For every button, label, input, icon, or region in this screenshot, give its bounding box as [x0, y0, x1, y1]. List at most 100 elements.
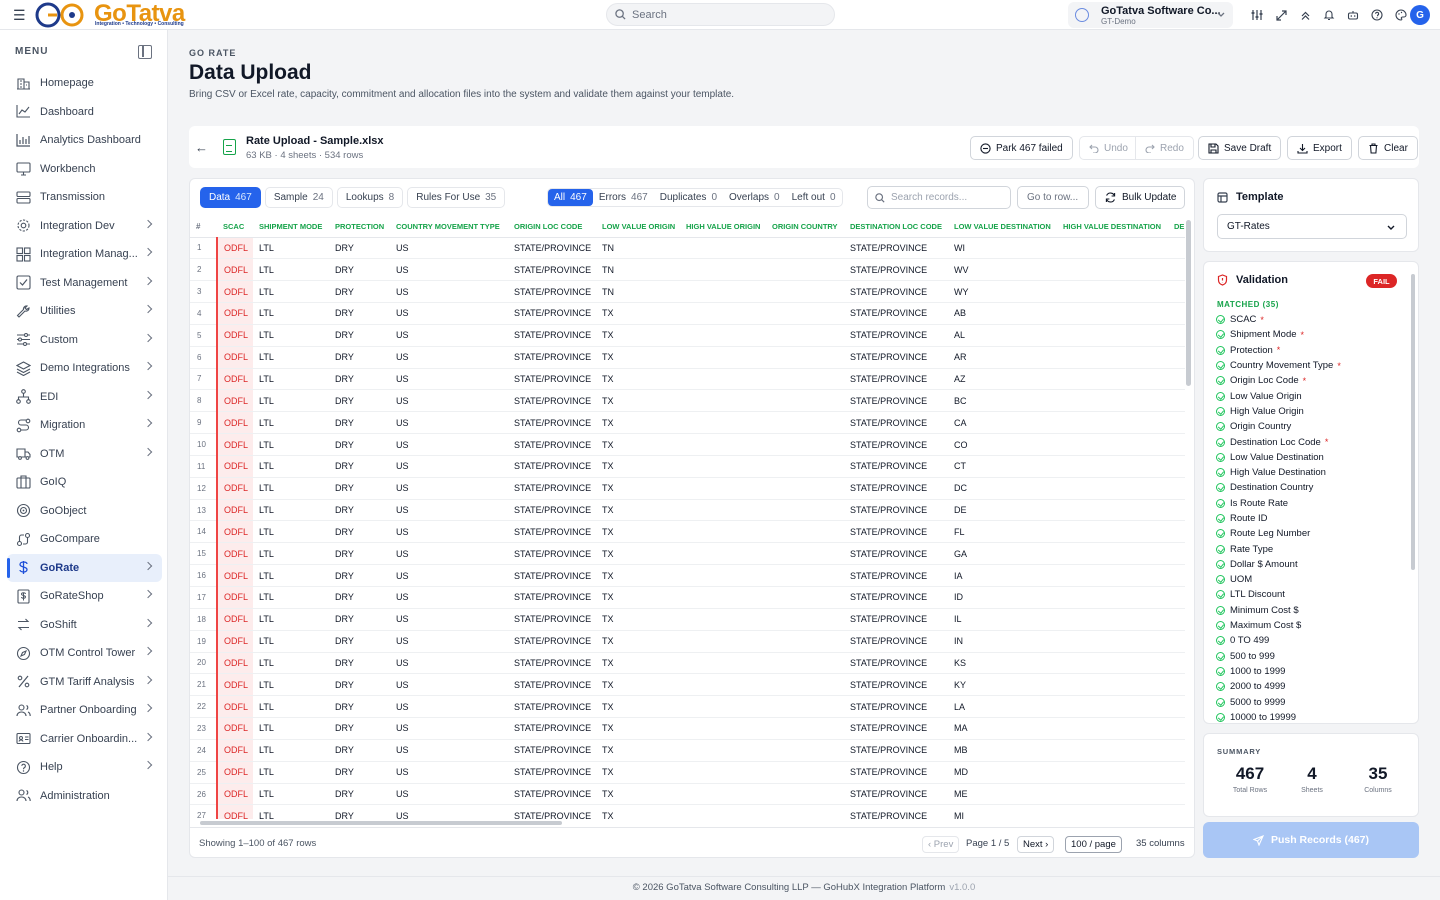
table-cell[interactable]: [766, 542, 844, 566]
chevron-right-icon[interactable]: [143, 561, 153, 570]
table-cell[interactable]: LTL: [253, 586, 329, 609]
table-cell[interactable]: GA: [948, 542, 1057, 566]
table-cell[interactable]: [680, 324, 766, 347]
table-cell[interactable]: AR: [948, 346, 1057, 369]
table-cell[interactable]: CT: [948, 455, 1057, 478]
table-cell[interactable]: BC: [948, 389, 1057, 413]
table-cell[interactable]: [1057, 499, 1168, 522]
table-cell[interactable]: LTL: [253, 761, 329, 784]
table-cell[interactable]: LTL: [253, 302, 329, 325]
table-cell[interactable]: US: [390, 499, 508, 522]
table-cell[interactable]: ODFL: [216, 739, 253, 762]
table-cell[interactable]: DRY: [329, 564, 390, 587]
table-cell[interactable]: MI: [948, 804, 1057, 819]
sidebar-item-carrier-onboardin[interactable]: Carrier Onboardin...: [7, 725, 162, 754]
table-cell[interactable]: US: [390, 804, 508, 819]
table-cell[interactable]: STATE/PROVINCE: [508, 258, 596, 282]
table-cell[interactable]: STATE/PROVINCE: [508, 499, 596, 522]
table-row[interactable]: 20 ODFL LTL DRY US STATE/PROVINCE TX STATE/PROV…: [190, 652, 1185, 675]
table-cell[interactable]: WV: [948, 258, 1057, 282]
table-cell[interactable]: LTL: [253, 520, 329, 544]
table-cell[interactable]: STATE/PROVINCE: [844, 542, 948, 566]
table-cell[interactable]: [680, 652, 766, 675]
table-cell[interactable]: US: [390, 630, 508, 653]
table-row[interactable]: 14 ODFL LTL DRY US STATE/PROVINCE TX STATE/PROV…: [190, 520, 1185, 544]
table-row[interactable]: 26 ODFL LTL DRY US STATE/PROVINCE TX STATE/PROV…: [190, 783, 1185, 806]
table-cell[interactable]: STATE/PROVINCE: [844, 652, 948, 675]
sidebar-item-demo-integrations[interactable]: Demo Integrations: [7, 354, 162, 383]
table-row[interactable]: 6 ODFL LTL DRY US STATE/PROVINCE TX STATE/PROVI…: [190, 346, 1185, 369]
table-row[interactable]: 11 ODFL LTL DRY US STATE/PROVINCE TX STATE/PROV…: [190, 455, 1185, 478]
table-cell[interactable]: LTL: [253, 389, 329, 413]
table-cell[interactable]: TX: [596, 477, 680, 500]
column-header[interactable]: #: [190, 216, 217, 238]
table-cell[interactable]: [1057, 302, 1168, 325]
table-cell[interactable]: [1168, 608, 1185, 631]
table-cell[interactable]: DRY: [329, 411, 390, 435]
table-cell[interactable]: [766, 433, 844, 456]
table-cell[interactable]: [1057, 564, 1168, 587]
table-cell[interactable]: STATE/PROVINCE: [844, 499, 948, 522]
sidebar-item-gorate[interactable]: GoRate: [7, 553, 162, 582]
table-cell[interactable]: [1057, 455, 1168, 478]
table-cell[interactable]: STATE/PROVINCE: [844, 302, 948, 325]
table-cell[interactable]: STATE/PROVINCE: [844, 739, 948, 762]
table-cell[interactable]: [1168, 258, 1185, 282]
table-cell[interactable]: US: [390, 346, 508, 369]
table-cell[interactable]: DRY: [329, 630, 390, 653]
column-header[interactable]: ORIGIN COUNTRY: [766, 216, 844, 238]
table-cell[interactable]: [1168, 783, 1185, 806]
table-cell[interactable]: DRY: [329, 389, 390, 413]
table-cell[interactable]: US: [390, 258, 508, 282]
table-cell[interactable]: STATE/PROVINCE: [844, 630, 948, 653]
table-cell[interactable]: STATE/PROVINCE: [508, 455, 596, 478]
table-cell[interactable]: [1057, 717, 1168, 740]
table-cell[interactable]: STATE/PROVINCE: [844, 433, 948, 456]
table-cell[interactable]: ODFL: [216, 477, 253, 500]
table-cell[interactable]: DRY: [329, 499, 390, 522]
table-cell[interactable]: [1057, 652, 1168, 675]
table-cell[interactable]: [680, 717, 766, 740]
column-header[interactable]: LOW VALUE ORIGIN: [596, 216, 680, 238]
table-cell[interactable]: STATE/PROVINCE: [844, 520, 948, 544]
prev-page-button[interactable]: ‹ Prev: [922, 836, 960, 853]
table-cell[interactable]: TN: [596, 258, 680, 282]
table-cell[interactable]: LTL: [253, 717, 329, 740]
table-cell[interactable]: DRY: [329, 302, 390, 325]
column-header[interactable]: PROTECTION: [329, 216, 390, 238]
table-cell[interactable]: IA: [948, 564, 1057, 587]
sidebar-item-analytics-dashboard[interactable]: Analytics Dashboard: [7, 126, 162, 155]
table-cell[interactable]: ID: [948, 586, 1057, 609]
table-cell[interactable]: ODFL: [216, 258, 253, 282]
tab-sample[interactable]: Sample 24: [264, 187, 333, 208]
table-cell[interactable]: [766, 804, 844, 819]
table-cell[interactable]: LTL: [253, 346, 329, 369]
table-cell[interactable]: STATE/PROVINCE: [844, 237, 948, 260]
column-header[interactable]: SHIPMENT MODE: [253, 216, 329, 238]
filter-overlaps[interactable]: Overlaps 0: [723, 189, 786, 206]
table-cell[interactable]: [1057, 411, 1168, 435]
table-cell[interactable]: US: [390, 520, 508, 544]
table-cell[interactable]: [1057, 520, 1168, 544]
table-cell[interactable]: ODFL: [216, 804, 253, 819]
sidebar-item-custom[interactable]: Custom: [7, 326, 162, 355]
table-cell[interactable]: [1168, 302, 1185, 325]
table-cell[interactable]: TX: [596, 499, 680, 522]
table-cell[interactable]: [1168, 324, 1185, 347]
table-cell[interactable]: [1168, 499, 1185, 522]
table-cell[interactable]: LTL: [253, 237, 329, 260]
table-cell[interactable]: TX: [596, 389, 680, 413]
table-cell[interactable]: ODFL: [216, 368, 253, 391]
table-cell[interactable]: STATE/PROVINCE: [844, 564, 948, 587]
undo-button[interactable]: Undo: [1079, 136, 1137, 160]
table-cell[interactable]: [1168, 673, 1185, 697]
table-cell[interactable]: [766, 389, 844, 413]
table-cell[interactable]: LA: [948, 695, 1057, 719]
table-row[interactable]: 19 ODFL LTL DRY US STATE/PROVINCE TX STATE/PROV…: [190, 630, 1185, 653]
table-cell[interactable]: LTL: [253, 652, 329, 675]
table-cell[interactable]: [766, 608, 844, 631]
table-cell[interactable]: ODFL: [216, 717, 253, 740]
table-cell[interactable]: STATE/PROVINCE: [844, 477, 948, 500]
chevron-right-icon[interactable]: [143, 703, 153, 713]
table-cell[interactable]: STATE/PROVINCE: [508, 608, 596, 631]
